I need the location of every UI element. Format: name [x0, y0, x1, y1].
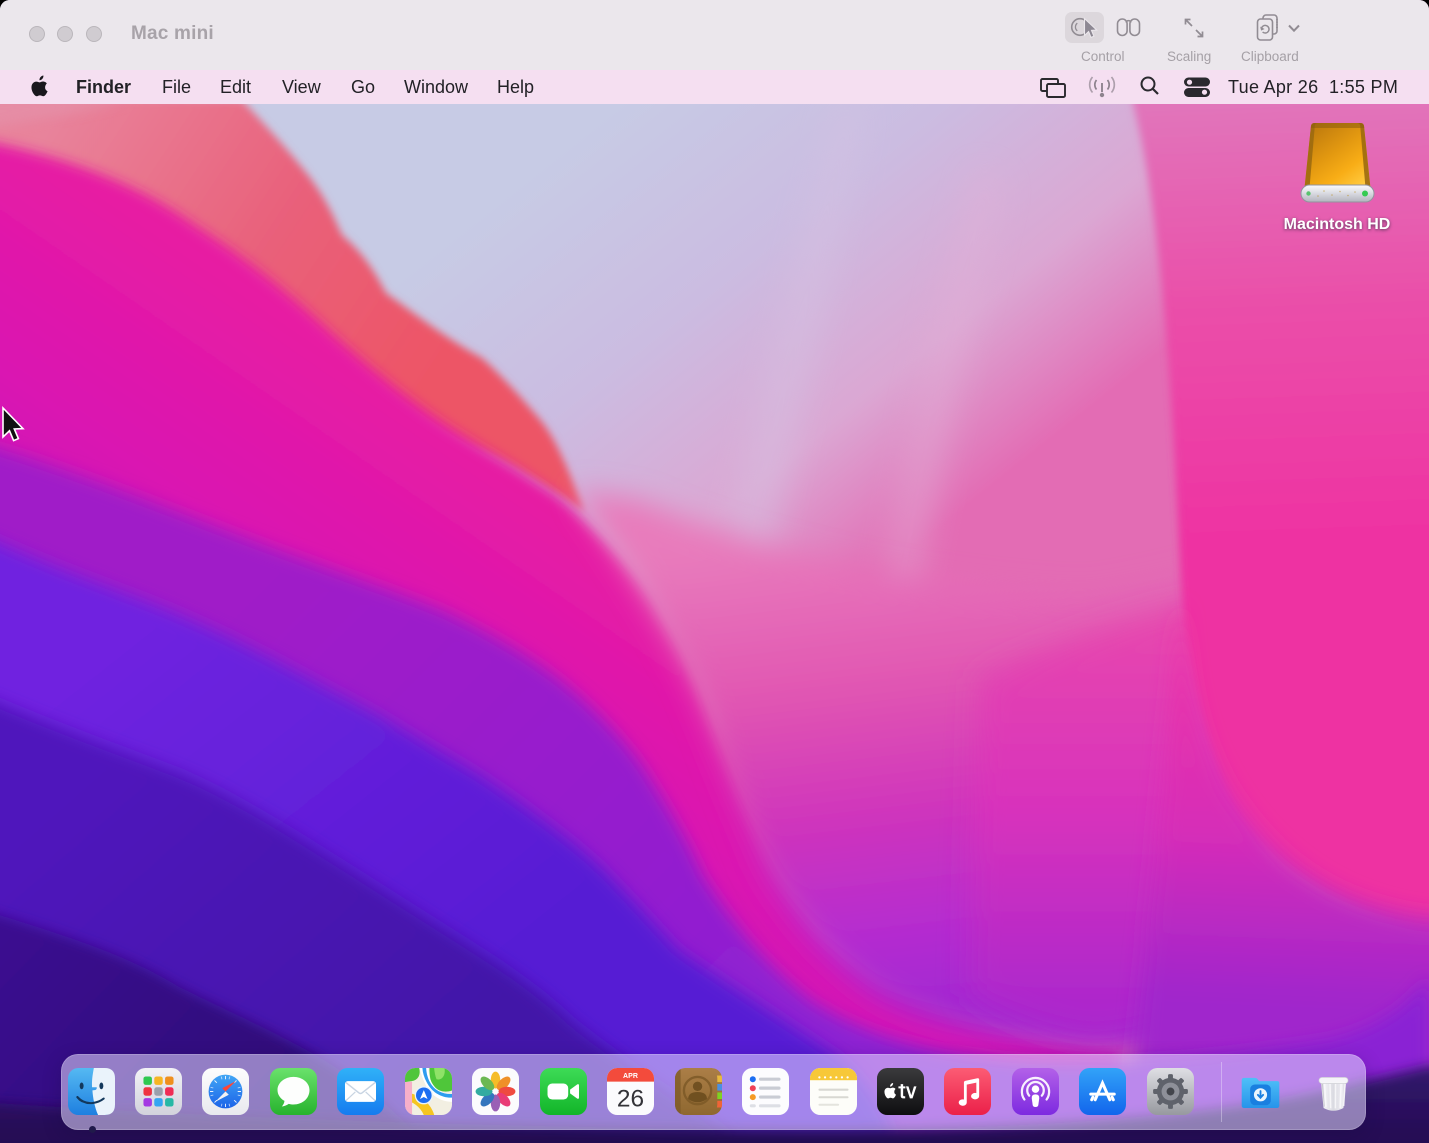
svg-text:APR: APR: [623, 1073, 638, 1080]
svg-text:26: 26: [617, 1086, 644, 1113]
